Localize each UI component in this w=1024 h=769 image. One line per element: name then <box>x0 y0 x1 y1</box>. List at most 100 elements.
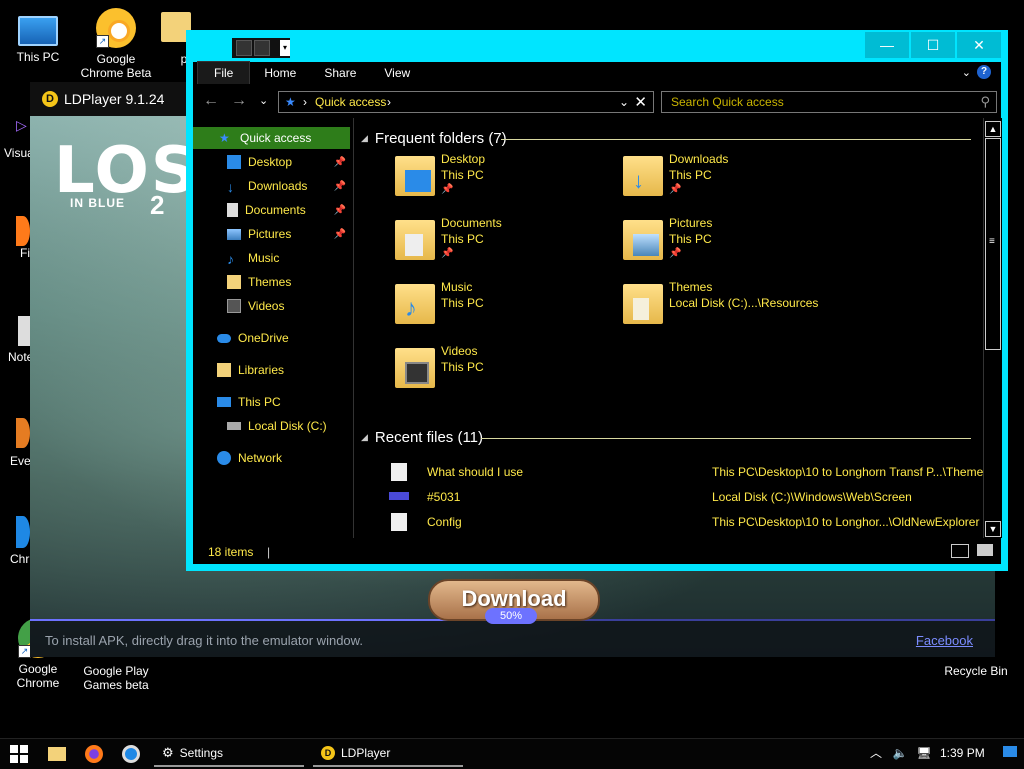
desktop-icon-label: Google Play Games beta <box>83 664 149 692</box>
breadcrumb-chevron-icon[interactable]: › <box>387 95 391 109</box>
network-icon[interactable]: 🖥 <box>914 743 934 763</box>
nav-item-desktop[interactable]: Desktop 📌 <box>193 151 350 173</box>
nav-item-local-disk[interactable]: Local Disk (C:) <box>193 415 350 437</box>
nav-item-documents[interactable]: Documents 📌 <box>193 199 350 221</box>
system-clock[interactable]: 1:39 PM <box>940 746 985 760</box>
tab-share[interactable]: Share <box>310 62 370 84</box>
tab-home[interactable]: Home <box>250 62 310 84</box>
nav-item-onedrive[interactable]: OneDrive <box>193 327 350 349</box>
desktop-icon-play-games[interactable]: Google Play Games beta <box>78 664 154 692</box>
details-view-icon[interactable] <box>951 544 969 558</box>
expand-ribbon-icon[interactable]: ⌄ <box>962 66 971 79</box>
frequent-folders-header[interactable]: ◢ Frequent folders (7) <box>361 130 507 147</box>
help-icon[interactable]: ? <box>977 65 991 79</box>
nav-item-this-pc[interactable]: This PC <box>193 391 350 413</box>
folder-music[interactable]: ♪ Music This PC <box>395 280 615 340</box>
taskbar-app-settings[interactable]: ⚙ Settings <box>154 741 304 767</box>
recent-locations-icon[interactable]: ⌄ <box>259 94 268 107</box>
recent-file-row[interactable]: Config This PC\Desktop\10 to Longhor...\… <box>391 511 981 533</box>
folder-themes[interactable]: Themes Local Disk (C:)...\Resources <box>623 280 963 340</box>
quick-access-toolbar[interactable]: ▾ <box>232 38 290 58</box>
nav-item-quick-access[interactable]: ★ Quick access <box>193 127 350 149</box>
folder-location: This PC <box>441 296 484 310</box>
notification-center-icon[interactable] <box>1000 743 1020 763</box>
nav-item-videos[interactable]: Videos <box>193 295 350 317</box>
large-icons-view-icon[interactable] <box>977 544 993 556</box>
content-pane: ◢ Frequent folders (7) Desktop This PC 📌… <box>361 118 983 538</box>
music-icon: ♪ <box>227 251 234 267</box>
nav-item-downloads[interactable]: ↓ Downloads 📌 <box>193 175 350 197</box>
search-icon[interactable]: ⚲ <box>980 94 990 110</box>
qat-dropdown-icon[interactable]: ▾ <box>280 40 290 56</box>
recent-file-row[interactable]: What should I use This PC\Desktop\10 to … <box>391 461 983 483</box>
folder-documents[interactable]: Documents This PC 📌 <box>395 216 615 276</box>
chrome-taskbar-icon[interactable] <box>122 745 140 763</box>
nav-item-pictures[interactable]: Pictures 📌 <box>193 223 350 245</box>
pin-icon: 📌 <box>333 204 346 216</box>
recent-file-row[interactable]: #5031 Local Disk (C:)\Windows\Web\Screen <box>389 486 981 508</box>
forward-arrow-icon[interactable]: → <box>231 92 247 110</box>
windows-logo-icon <box>10 745 28 763</box>
tab-file[interactable]: File <box>197 61 251 85</box>
show-hidden-icons[interactable]: ︿ <box>866 743 886 763</box>
game-logo-sub: IN BLUE <box>70 196 125 210</box>
desktop-icon <box>227 155 241 169</box>
maximize-button[interactable]: ☐ <box>911 32 955 58</box>
folder-desktop[interactable]: Desktop This PC 📌 <box>395 152 615 212</box>
config-file-icon <box>391 513 407 531</box>
group-divider <box>481 438 971 439</box>
desktop-icon-chrome-small[interactable]: Chr <box>0 516 30 566</box>
nav-label: Quick access <box>240 131 312 145</box>
clear-address-icon[interactable]: ✕ <box>634 93 647 111</box>
desktop-icon-everything[interactable]: Eve <box>0 418 30 468</box>
scroll-down-icon[interactable]: ▼ <box>985 521 1001 537</box>
file-explorer-taskbar-icon[interactable] <box>48 747 66 761</box>
collapse-caret-icon[interactable]: ◢ <box>361 133 368 144</box>
desktop-icon-chrome-beta[interactable]: ↗ Google Chrome Beta <box>78 8 154 80</box>
folder-pictures[interactable]: Pictures This PC 📌 <box>623 216 843 276</box>
desktop-icon-this-pc[interactable]: This PC <box>0 8 76 64</box>
volume-muted-icon[interactable]: 🔈 <box>890 743 910 763</box>
collapse-caret-icon[interactable]: ◢ <box>361 432 368 443</box>
nav-item-network[interactable]: Network <box>193 447 350 469</box>
folder-name: Videos <box>441 344 478 358</box>
folder-videos[interactable]: Videos This PC <box>395 344 615 404</box>
nav-item-themes[interactable]: Themes <box>193 271 350 293</box>
recent-files-header[interactable]: ◢ Recent files (11) <box>361 429 483 446</box>
vertical-scrollbar[interactable]: ▲ ≡ ▼ <box>983 118 1002 538</box>
tab-view[interactable]: View <box>370 62 424 84</box>
nav-item-music[interactable]: ♪ Music <box>193 247 350 269</box>
explorer-titlebar[interactable]: ▾ — ☐ ✕ <box>186 30 1008 62</box>
start-button[interactable] <box>10 745 28 763</box>
scroll-up-icon[interactable]: ▲ <box>985 121 1001 137</box>
recent-file-name: What should I use <box>427 465 524 479</box>
minimize-button[interactable]: — <box>865 32 909 58</box>
file-explorer-window[interactable]: ▾ — ☐ ✕ File Home Share View ⌄ ? ← → ⌄ ★… <box>186 30 1008 571</box>
game-logo-number: 2 <box>150 190 165 220</box>
nav-item-libraries[interactable]: Libraries <box>193 359 350 381</box>
taskbar-app-ldplayer[interactable]: D LDPlayer <box>313 741 463 767</box>
address-bar[interactable]: ★ › Quick access › ⌄ ✕ <box>278 91 654 113</box>
gear-icon: ⚙ <box>162 745 174 760</box>
recent-file-name: #5031 <box>427 490 461 504</box>
item-count: 18 items <box>208 545 254 559</box>
breadcrumb-chevron-icon[interactable]: › <box>303 95 307 109</box>
facebook-link[interactable]: Facebook <box>916 633 973 648</box>
desktop-icon-firefox[interactable]: Fi <box>0 216 30 260</box>
search-input[interactable]: Search Quick access ⚲ <box>661 91 997 113</box>
folder-downloads[interactable]: ↓ Downloads This PC 📌 <box>623 152 843 212</box>
desktop-icon-recycle-bin[interactable]: Recycle Bin <box>936 664 1016 678</box>
folder-name: Music <box>441 280 473 294</box>
desktop-icon-notepad[interactable]: Note <box>0 316 30 364</box>
breadcrumb-quick-access[interactable]: Quick access <box>315 95 386 109</box>
nav-label: Themes <box>248 275 292 289</box>
new-folder-icon[interactable] <box>254 40 270 56</box>
ldplayer-titlebar[interactable]: D LDPlayer 9.1.24 <box>30 82 197 116</box>
properties-icon[interactable] <box>236 40 252 56</box>
desktop-icon-visual[interactable]: ▷ Visua <box>0 118 30 160</box>
back-arrow-icon[interactable]: ← <box>203 92 219 110</box>
drive-icon <box>227 422 241 430</box>
close-button[interactable]: ✕ <box>957 32 1001 58</box>
address-dropdown-icon[interactable]: ⌄ <box>619 95 629 109</box>
firefox-taskbar-icon[interactable] <box>85 745 103 763</box>
